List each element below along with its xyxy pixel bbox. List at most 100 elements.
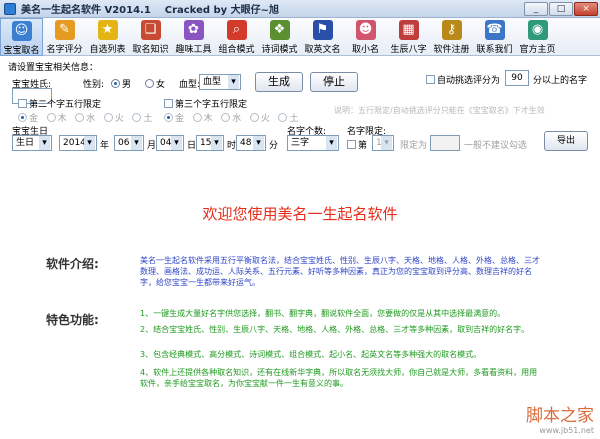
- toolbar-item[interactable]: ◉ 官方主页: [516, 18, 559, 56]
- hour-select[interactable]: 15: [196, 135, 224, 151]
- second-wuxing-options: 金 木 水 火 土: [18, 111, 152, 124]
- radio-dot-icon: [192, 113, 202, 122]
- radio-dot-icon: [145, 79, 154, 88]
- radio-dot-icon: [221, 113, 231, 122]
- checkbox-icon: [164, 99, 173, 108]
- calendar-type-select[interactable]: 生日: [12, 135, 52, 151]
- intro-title: 软件介绍:: [46, 257, 99, 271]
- checkbox-icon: [347, 140, 356, 149]
- toolbar-item[interactable]: ✿ 趣味工具: [172, 18, 215, 56]
- blood-select[interactable]: 血型: [199, 74, 241, 90]
- hint-text: 说明：五行限定/自动挑选评分只能在《宝宝取名》下才生效: [334, 106, 545, 115]
- toolbar-item[interactable]: ☎ 联系我们: [473, 18, 516, 56]
- toolbar-item[interactable]: ☻ 取小名: [344, 18, 387, 56]
- calendar-icon: ▦: [398, 20, 419, 40]
- app-icon: [4, 2, 16, 15]
- radio-dot-icon: [18, 113, 27, 122]
- wuxing-shui-radio[interactable]: 水: [221, 113, 241, 124]
- key-icon: ⚷: [441, 20, 462, 40]
- intro-text: 美名一生起名软件采用五行平衡取名法，结合宝宝姓氏、性别、生辰八字、天格、地格、人…: [140, 256, 540, 287]
- radio-dot-icon: [103, 113, 113, 122]
- day-select[interactable]: 04: [156, 135, 184, 151]
- main-toolbar: ☺ 宝宝取名 ✎ 名字评分 ★ 自选列表 ❑ 取名知识 ✿ 趣味工具 ⌕ 组合模式 ❖ 诗词模式 ⚑ 取英文名…: [0, 18, 600, 56]
- gender-male-radio[interactable]: 男: [111, 77, 131, 90]
- year-select[interactable]: 2014: [59, 135, 97, 151]
- minute-select[interactable]: 48: [236, 135, 266, 151]
- wuxing-jin-radio[interactable]: 金: [164, 113, 184, 124]
- checkbox-icon: [426, 75, 435, 84]
- radio-dot-icon: [75, 113, 85, 122]
- toolbar-item-label: 生辰八字: [390, 45, 427, 55]
- toolbar-item-label: 官方主页: [519, 45, 556, 55]
- toolbar-item[interactable]: ☺ 宝宝取名: [0, 18, 43, 56]
- toolbar-item[interactable]: ✎ 名字评分: [43, 18, 86, 56]
- feature-item: 1、一键生成大量好名字供您选择，翻书、翻字典，翻说软件全面，您要做的仅是从其中选…: [140, 309, 506, 318]
- globe-icon: ◉: [527, 20, 548, 40]
- limit-position-select[interactable]: 1: [372, 135, 394, 151]
- site-watermark: 脚本之家 www.jb51.net: [526, 401, 594, 435]
- year-unit: 年: [100, 141, 110, 151]
- toolbar-item-label: 取英文名: [304, 45, 341, 55]
- wuxing-mu-radio[interactable]: 木: [46, 113, 67, 124]
- feature-item: 2、结合宝宝姓氏、性别、生辰八字、天格、地格、人格、外格、总格、三才等多种因素，…: [140, 325, 530, 334]
- star-icon: ★: [97, 20, 118, 40]
- wuxing-tu-radio[interactable]: 土: [278, 113, 298, 124]
- export-button[interactable]: 导出: [544, 131, 588, 151]
- score-icon: ✎: [54, 20, 75, 40]
- toolbar-item[interactable]: ⚑ 取英文名: [301, 18, 344, 56]
- form-header: 请设置宝宝相关信息：: [8, 63, 99, 73]
- toolbar-item-label: 组合模式: [218, 45, 255, 55]
- limit-for-label: 限定为: [400, 141, 428, 151]
- wuxing-tu-radio[interactable]: 土: [132, 113, 152, 124]
- toolbar-item[interactable]: ❖ 诗词模式: [258, 18, 301, 56]
- toolbar-item[interactable]: ❑ 取名知识: [129, 18, 172, 56]
- watermark-url: www.jb51.net: [539, 426, 594, 435]
- name-limit-checkbox[interactable]: 第: [347, 138, 367, 151]
- title-bar: 美名一生起名软件 V2014.1 Cracked by 大眼仔~旭 _ □ ×: [0, 0, 600, 18]
- generate-button[interactable]: 生成: [255, 72, 303, 92]
- wuxing-mu-radio[interactable]: 木: [192, 113, 213, 124]
- toolbar-item[interactable]: ⚷ 软件注册: [430, 18, 473, 56]
- gender-label: 性别:: [83, 80, 105, 90]
- third-wuxing-options: 金 木 水 火 土: [164, 111, 298, 124]
- stop-button[interactable]: 停止: [310, 72, 358, 92]
- day-unit: 日: [187, 141, 197, 151]
- feature-item: 3、包含经典模式、高分模式、诗词模式、组合模式、起小名、起英文名等多种强大的取名…: [140, 350, 482, 359]
- toolbar-item-label: 名字评分: [46, 45, 83, 55]
- toolbar-item-label: 软件注册: [433, 45, 470, 55]
- toolbar-item[interactable]: ▦ 生辰八字: [387, 18, 430, 56]
- auto-pick-score-input[interactable]: [505, 70, 529, 86]
- welcome-title: 欢迎您使用美名一生起名软件: [202, 205, 398, 223]
- limit-value-input[interactable]: [430, 135, 460, 151]
- paint-icon: ✿: [183, 20, 204, 40]
- minimize-button[interactable]: _: [524, 2, 548, 16]
- name-length-select[interactable]: 三字: [287, 135, 339, 151]
- book-icon: ❑: [140, 20, 161, 40]
- wuxing-huo-radio[interactable]: 火: [249, 113, 270, 124]
- wuxing-shui-radio[interactable]: 水: [75, 113, 95, 124]
- auto-pick-suffix: 分以上的名字: [533, 76, 588, 86]
- toolbar-item[interactable]: ★ 自选列表: [86, 18, 129, 56]
- radio-dot-icon: [46, 113, 56, 122]
- person-icon: ☻: [355, 20, 376, 40]
- auto-pick-checkbox[interactable]: 自动挑选评分为: [426, 73, 500, 86]
- close-button[interactable]: ×: [574, 2, 598, 16]
- toolbar-item-label: 趣味工具: [175, 45, 212, 55]
- blood-label: 血型:: [179, 80, 201, 90]
- radio-dot-icon: [278, 113, 288, 122]
- toolbar-item-label: 诗词模式: [261, 45, 298, 55]
- main-panel: 请设置宝宝相关信息： 宝宝姓氏: 性别: 男 女 血型: 血型 生成 停止 自动…: [0, 57, 600, 439]
- maximize-button[interactable]: □: [549, 2, 573, 16]
- window-title: 美名一生起名软件 V2014.1 Cracked by 大眼仔~旭: [21, 5, 280, 16]
- wuxing-huo-radio[interactable]: 火: [103, 113, 124, 124]
- limit-note: 一般不建议勾选: [464, 141, 528, 151]
- radio-dot-icon: [111, 79, 120, 88]
- second-wuxing-checkbox[interactable]: 第二个字五行限定: [18, 97, 101, 110]
- toolbar-item[interactable]: ⌕ 组合模式: [215, 18, 258, 56]
- month-select[interactable]: 06: [114, 135, 144, 151]
- third-wuxing-checkbox[interactable]: 第三个字五行限定: [164, 97, 247, 110]
- scroll-icon: ❖: [269, 20, 290, 40]
- wuxing-jin-radio[interactable]: 金: [18, 113, 38, 124]
- radio-dot-icon: [249, 113, 259, 122]
- gender-female-radio[interactable]: 女: [145, 77, 165, 90]
